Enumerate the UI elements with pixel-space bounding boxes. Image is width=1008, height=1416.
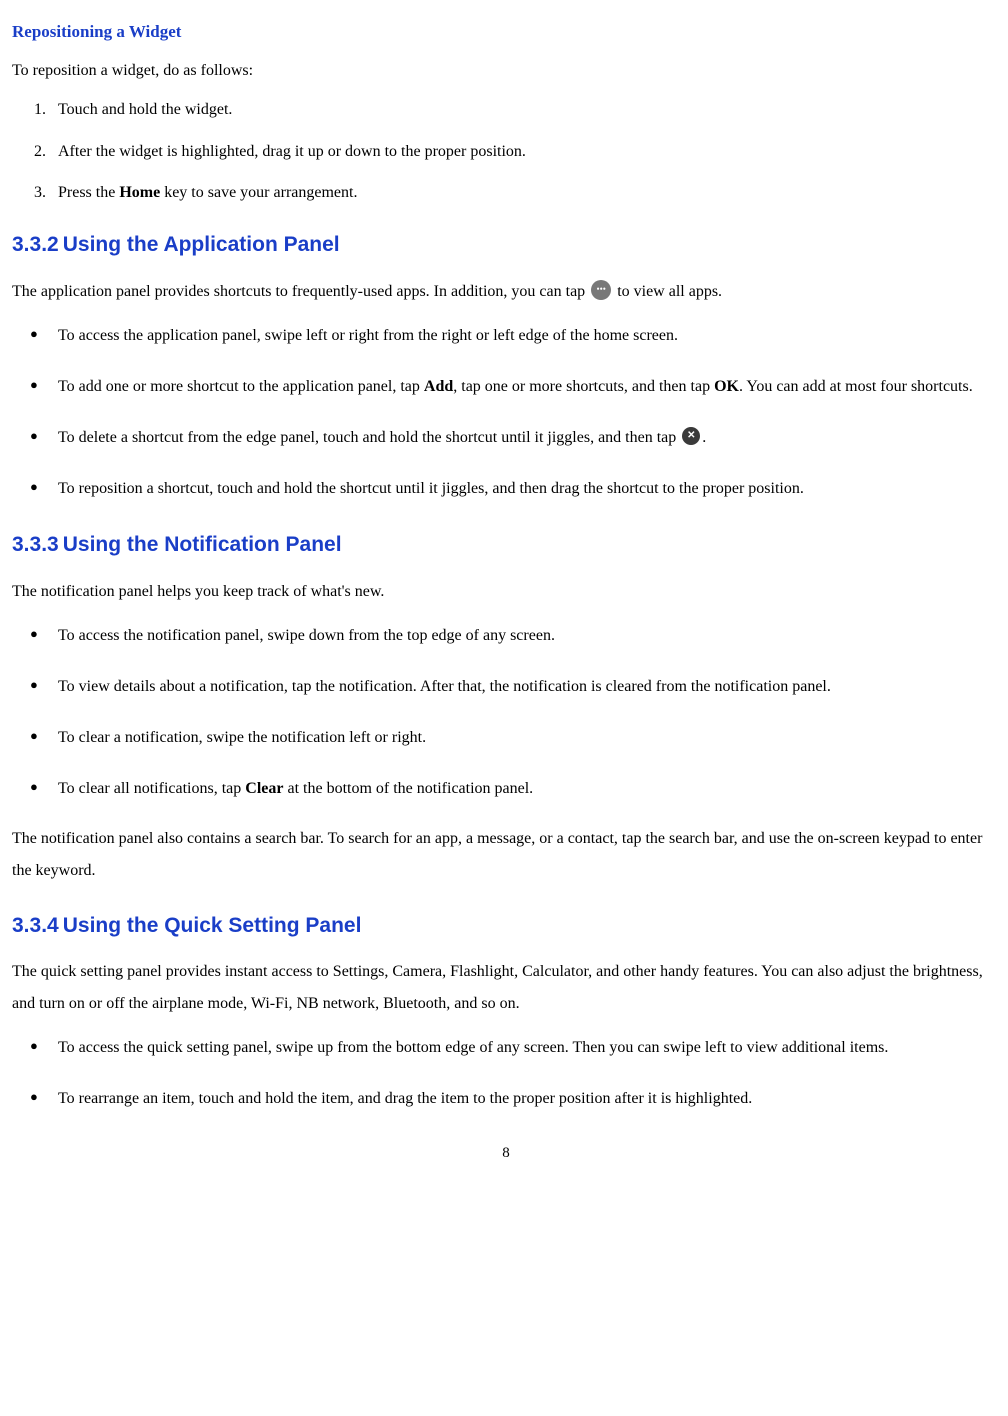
list-item: To view details about a notification, ta… xyxy=(50,669,1000,704)
heading-num: 3.3.2 xyxy=(12,233,59,256)
intro-text: To reposition a widget, do as follows: xyxy=(12,55,1000,87)
list-item: To add one or more shortcut to the appli… xyxy=(50,369,1000,404)
outro-333: The notification panel also contains a s… xyxy=(12,823,1000,887)
heading-332: 3.3.2 Using the Application Panel xyxy=(12,228,1000,262)
bullets-334: To access the quick setting panel, swipe… xyxy=(12,1030,1000,1116)
intro-332: The application panel provides shortcuts… xyxy=(12,276,1000,308)
list-item: To rearrange an item, touch and hold the… xyxy=(50,1081,1000,1116)
intro-333: The notification panel helps you keep tr… xyxy=(12,576,1000,608)
list-item: To delete a shortcut from the edge panel… xyxy=(50,420,1000,455)
steps-list: Touch and hold the widget. After the wid… xyxy=(12,97,1000,206)
heading-334: 3.3.4 Using the Quick Setting Panel xyxy=(12,909,1000,943)
heading-num: 3.3.4 xyxy=(12,914,59,937)
list-item: To clear a notification, swipe the notif… xyxy=(50,720,1000,755)
list-item: To reposition a shortcut, touch and hold… xyxy=(50,471,1000,506)
intro-334: The quick setting panel provides instant… xyxy=(12,956,1000,1020)
bullets-333: To access the notification panel, swipe … xyxy=(12,618,1000,807)
all-apps-icon xyxy=(591,280,611,300)
heading-num: 3.3.3 xyxy=(12,533,59,556)
list-item: To access the notification panel, swipe … xyxy=(50,618,1000,653)
step-2: After the widget is highlighted, drag it… xyxy=(50,139,1000,165)
delete-icon xyxy=(682,427,700,445)
list-item: To access the quick setting panel, swipe… xyxy=(50,1030,1000,1065)
heading-text: Using the Notification Panel xyxy=(63,533,342,556)
heading-text: Using the Quick Setting Panel xyxy=(63,914,362,937)
step-1: Touch and hold the widget. xyxy=(50,97,1000,123)
section-title-repositioning: Repositioning a Widget xyxy=(12,18,1000,45)
step-3: Press the Home key to save your arrangem… xyxy=(50,180,1000,206)
page-number: 8 xyxy=(12,1141,1000,1165)
heading-333: 3.3.3 Using the Notification Panel xyxy=(12,528,1000,562)
bullets-332: To access the application panel, swipe l… xyxy=(12,318,1000,507)
heading-text: Using the Application Panel xyxy=(63,233,340,256)
list-item: To clear all notifications, tap Clear at… xyxy=(50,771,1000,806)
list-item: To access the application panel, swipe l… xyxy=(50,318,1000,353)
